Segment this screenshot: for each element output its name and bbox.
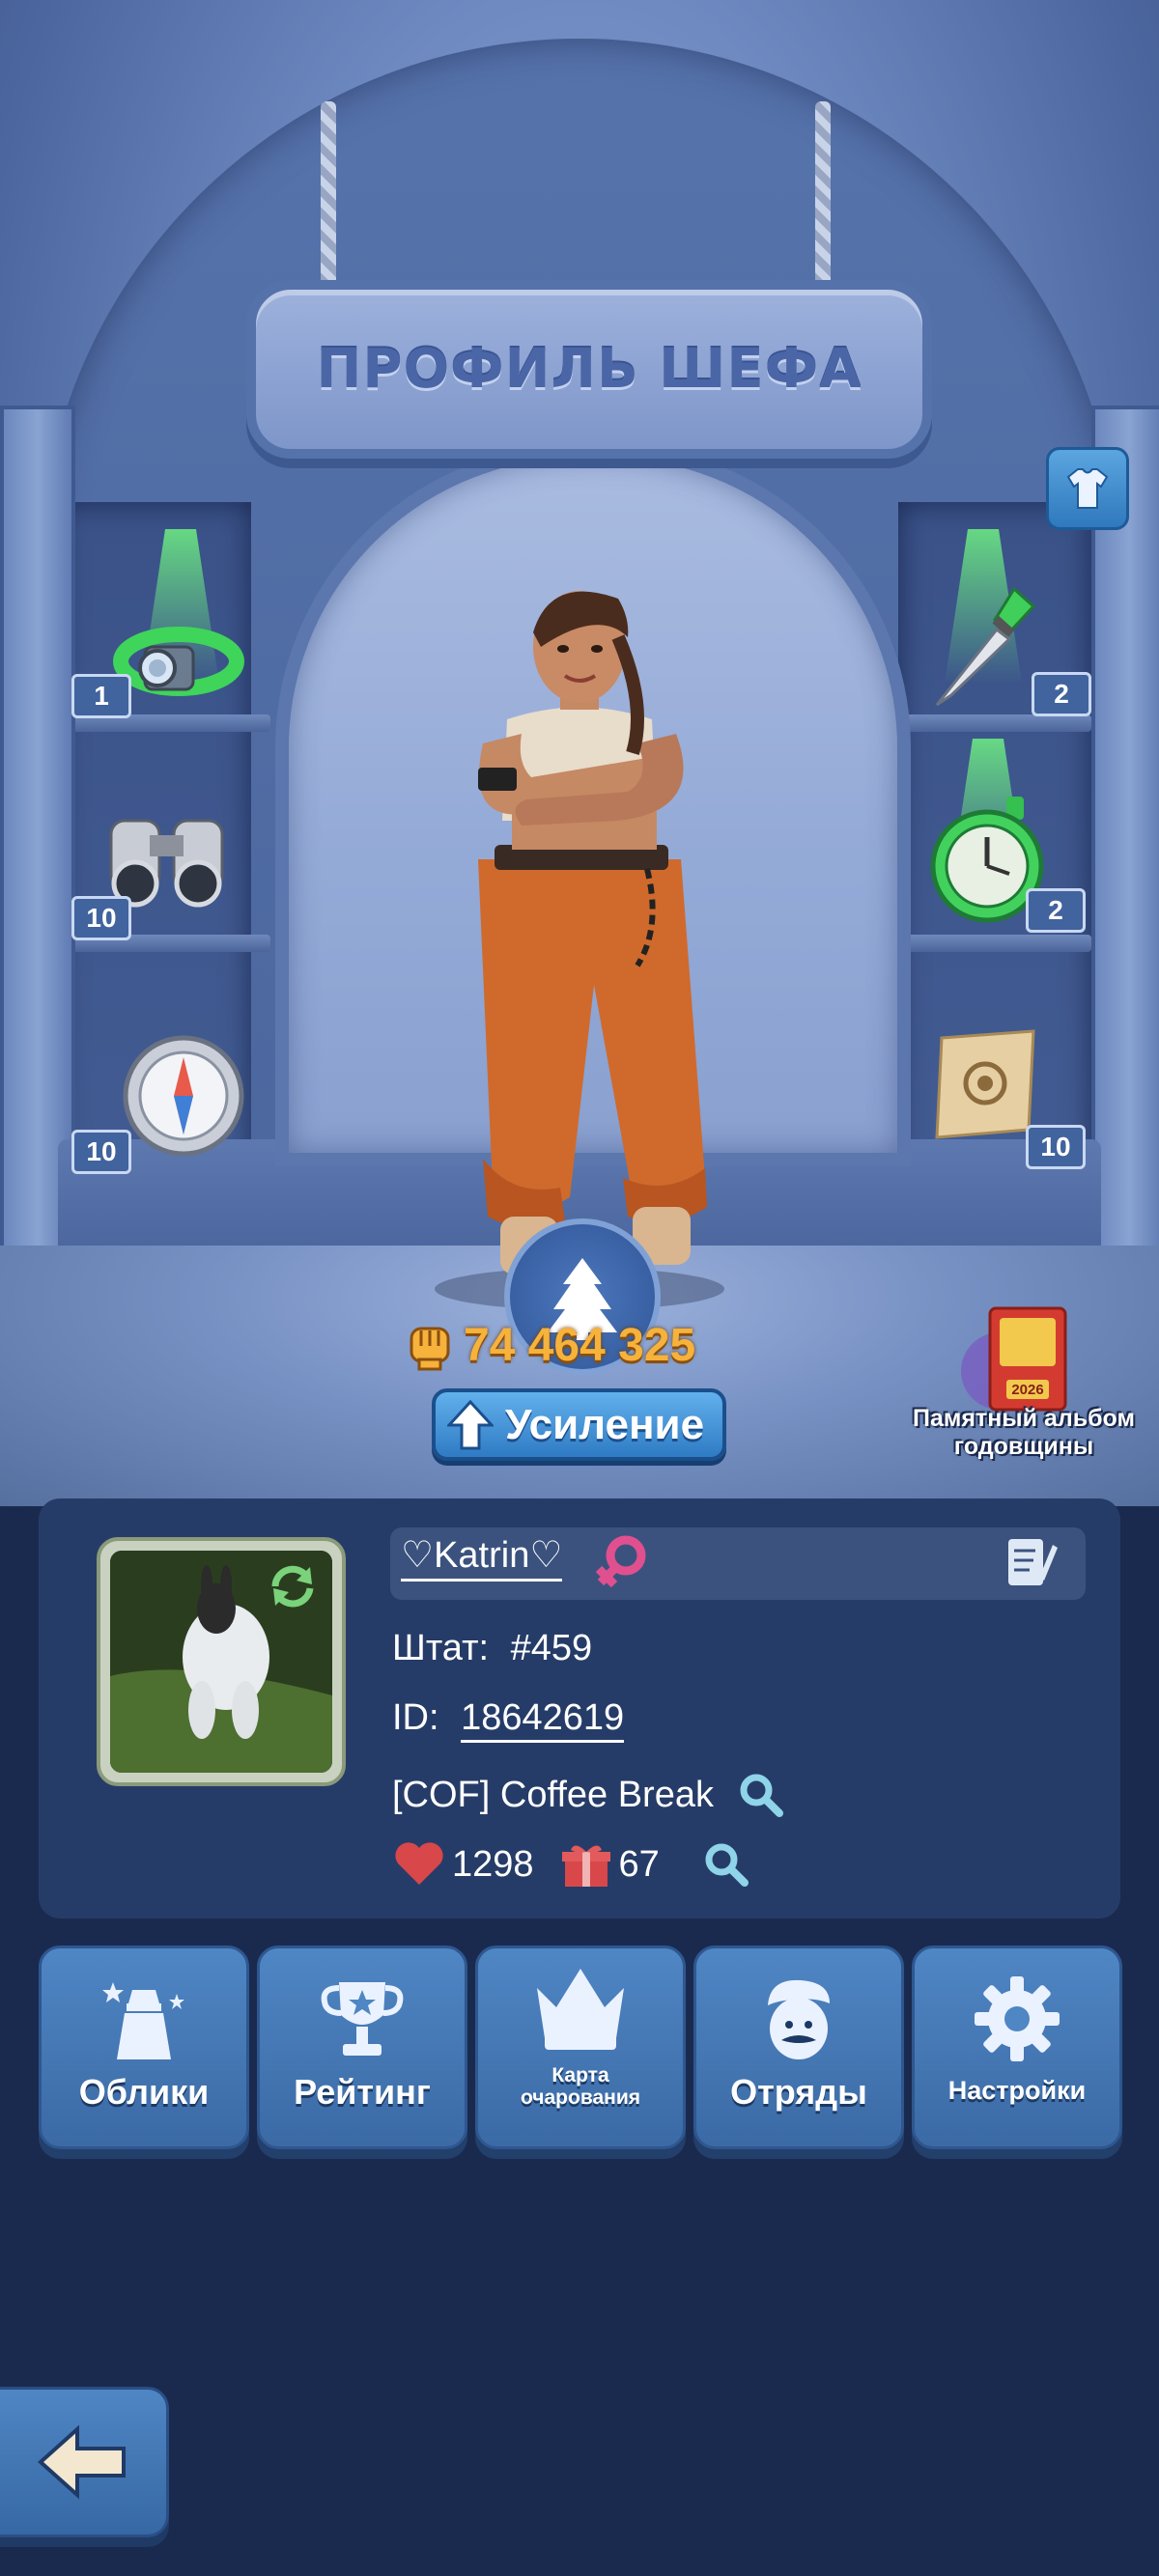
state-value: #459 — [510, 1628, 593, 1668]
state-label: Штат: — [392, 1628, 490, 1668]
stats-row: 1298 67 — [392, 1840, 750, 1889]
shelf — [889, 935, 1091, 952]
settings-label: Настройки — [947, 2076, 1087, 2105]
team-row: [COF] Coffee Break — [392, 1771, 785, 1819]
chef-face-icon — [768, 1979, 830, 2059]
wardrobe-button[interactable] — [1046, 447, 1129, 530]
action-buttons: Облики Рейтинг Карта очарования Отряды Н… — [39, 1946, 1122, 2153]
item-count-badge: 10 — [71, 896, 131, 940]
charm-map-label-line2: очарования — [521, 2086, 640, 2109]
gender-badge — [593, 1532, 651, 1596]
rating-button[interactable]: Рейтинг — [257, 1946, 467, 2149]
back-arrow-icon — [38, 2424, 126, 2500]
anniversary-album-button[interactable]: 2026 Памятный альбом годовщины — [889, 1299, 1159, 1463]
edit-note-icon — [1008, 1539, 1058, 1585]
team-name: [COF] Coffee Break — [392, 1774, 714, 1815]
album-label: Памятный альбом годовщины — [889, 1405, 1159, 1461]
power-display: 74 464 325 — [406, 1311, 695, 1379]
edit-profile-button[interactable] — [1004, 1535, 1059, 1595]
boost-label: Усиление — [505, 1400, 705, 1448]
squads-label: Отряды — [730, 2072, 867, 2112]
gear-icon — [975, 1976, 1060, 2061]
charm-map-label: Карта очарования — [478, 2064, 683, 2109]
skins-button[interactable]: Облики — [39, 1946, 249, 2149]
state-row: Штат: #459 — [392, 1628, 592, 1669]
costume-icon — [102, 1982, 184, 2059]
id-label: ID: — [392, 1697, 439, 1738]
id-row: ID: 18642619 — [392, 1697, 625, 1743]
skins-label: Облики — [78, 2072, 210, 2112]
squads-button[interactable]: Отряды — [693, 1946, 904, 2149]
player-name[interactable]: ♡Katrin♡ — [401, 1533, 563, 1582]
likes-count: 1298 — [452, 1843, 534, 1885]
crown-icon — [537, 1969, 624, 2050]
right-pillar — [1091, 406, 1159, 1311]
settings-button[interactable]: Настройки — [912, 1946, 1122, 2149]
gifts-count: 67 — [618, 1843, 660, 1885]
title-sign: ПРОФИЛЬ ШЕФА — [246, 280, 932, 459]
player-id[interactable]: 18642619 — [461, 1697, 625, 1743]
boost-button[interactable]: Усиление — [432, 1388, 726, 1461]
female-symbol-icon — [595, 1535, 646, 1588]
fist-icon — [410, 1327, 450, 1371]
heart-icon — [395, 1842, 443, 1885]
chef-character[interactable] — [425, 579, 734, 1313]
power-value: 74 464 325 — [464, 1319, 696, 1371]
change-avatar-button[interactable] — [266, 1559, 320, 1613]
search-icon[interactable] — [737, 1771, 785, 1819]
item-count-badge: 1 — [71, 674, 131, 718]
svg-text:2026: 2026 — [1011, 1382, 1043, 1398]
gift-icon — [561, 1845, 610, 1887]
chef-character-figure — [435, 591, 724, 1310]
charm-map-button[interactable]: Карта очарования — [475, 1946, 686, 2149]
rating-label: Рейтинг — [294, 2072, 431, 2112]
page-title: ПРОФИЛЬ ШЕФА — [316, 338, 862, 401]
sign-rope — [815, 101, 831, 294]
refresh-icon — [271, 1565, 314, 1608]
album-book-icon: 2026 — [961, 1306, 1067, 1412]
search-icon[interactable] — [702, 1840, 750, 1889]
tshirt-icon — [1066, 468, 1109, 509]
item-count-badge: 10 — [1026, 1125, 1086, 1169]
item-count-badge: 10 — [71, 1130, 131, 1174]
album-label-line1: Памятный альбом — [913, 1405, 1135, 1432]
sign-rope — [321, 101, 336, 294]
item-count-badge: 2 — [1032, 672, 1091, 716]
profile-scene: ПРОФИЛЬ ШЕФА 1 10 10 2 2 10 74 464 325 У… — [0, 0, 1159, 1506]
back-button[interactable] — [0, 2387, 169, 2537]
shelf-item-compass[interactable] — [111, 1023, 256, 1168]
item-count-badge: 2 — [1026, 888, 1086, 933]
charm-map-label-line1: Карта — [551, 2064, 609, 2086]
trophy-icon — [321, 1982, 404, 2056]
album-label-line2: годовщины — [953, 1433, 1094, 1460]
arrow-up-icon — [447, 1399, 494, 1449]
compass-icon — [123, 1035, 244, 1157]
